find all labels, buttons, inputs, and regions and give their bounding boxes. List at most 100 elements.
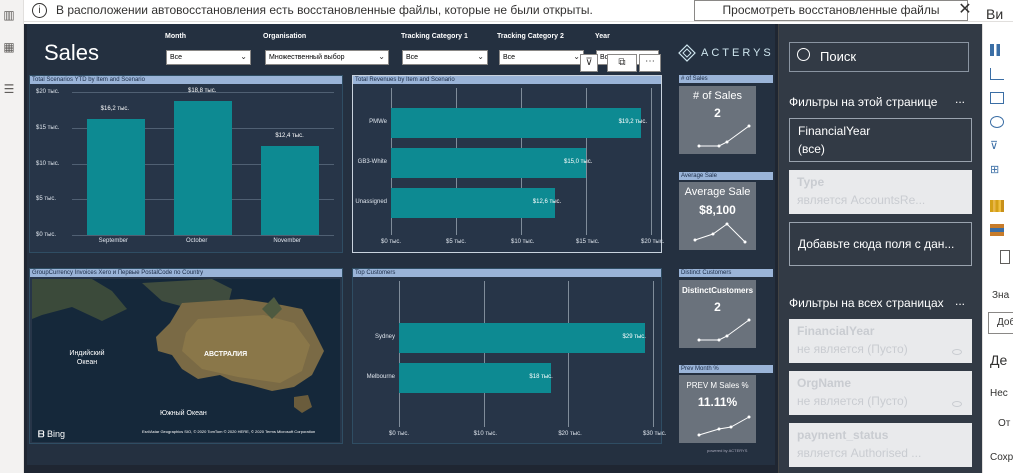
line-chart-icon[interactable]	[990, 68, 1004, 80]
slicer-month-label: Month	[165, 33, 186, 40]
kpi-distinct-sparkline	[697, 318, 751, 342]
bar[interactable]	[86, 119, 145, 235]
info-icon: i	[32, 3, 47, 18]
kpi-avg-header: Average Sale	[679, 172, 773, 180]
kpi-sales-title: # of Sales	[693, 90, 742, 102]
gridline	[399, 281, 400, 427]
slicer-tracking-1[interactable]: Все ⌄	[402, 50, 488, 65]
filter-card-orgname[interactable]: OrgName не является (Пусто)	[789, 371, 972, 415]
chevron-down-icon: ⌄	[378, 52, 385, 61]
filter-search-input[interactable]: Поиск	[789, 42, 969, 72]
filter-card-financialyear[interactable]: FinancialYear (все)	[789, 118, 972, 162]
x-tick: $20 тыс.	[558, 431, 582, 437]
funnel-icon[interactable]: ⊽	[990, 140, 1004, 152]
bing-icon: ᗷ	[38, 429, 45, 439]
info-bar: i В расположении автовосстановления есть…	[24, 0, 1013, 22]
filter-visual-icon[interactable]: ⊽	[580, 54, 598, 72]
slicer-tracking-2[interactable]: Все ⌄	[499, 50, 584, 65]
gridline	[568, 281, 570, 427]
map-canvas[interactable]: Индийский Океан АВСТРАЛИЯ Южный Океан ᗷ …	[32, 279, 340, 442]
kpi-prev-card[interactable]: PREV M Sales % 11.11%	[679, 375, 756, 443]
decomposition-tree-icon[interactable]: ⊞	[990, 164, 1004, 176]
slicer-tc2-label: Tracking Category 2	[497, 33, 564, 40]
chevron-down-icon: ⌄	[240, 52, 247, 61]
bar[interactable]	[391, 108, 641, 138]
map-header: GroupCurrency Invoices Xero и Первые Pos…	[30, 269, 342, 277]
kpi-avg-card[interactable]: Average Sale $8,100	[679, 182, 756, 250]
slicer-tc1-value: Все	[406, 54, 419, 61]
model-view-icon[interactable]: ☰	[2, 82, 16, 96]
top-customers-panel[interactable]: Top Customers $0 тыс. $10 тыс. $20 тыс. $30…	[352, 268, 666, 444]
matrix-icon[interactable]	[990, 92, 1004, 104]
fields-well-icon[interactable]	[1000, 250, 1010, 264]
kpi-avg-sparkline	[693, 222, 747, 244]
hidden-eye-icon[interactable]	[952, 401, 962, 407]
report-view-icon[interactable]: ▥	[2, 8, 16, 22]
focus-mode-icon[interactable]: ⧉	[607, 54, 637, 72]
filter-name: FinancialYear	[798, 124, 871, 138]
ytd-chart-panel[interactable]: Total Scenarios YTD by Item and Scenario…	[29, 75, 343, 253]
filter-value: является AccountsRe...	[797, 193, 926, 207]
all-filters-more-icon[interactable]: ...	[955, 294, 965, 308]
kpi-sales-value: 2	[714, 106, 721, 120]
x-tick: November	[273, 238, 302, 244]
slicer-organisation[interactable]: Множественный выбор ⌄	[265, 50, 389, 65]
page-title: Sales	[44, 40, 100, 65]
filter-name: Type	[797, 175, 825, 189]
slicer-tc1-label: Tracking Category 1	[401, 33, 468, 40]
kpi-distinct-value: 2	[714, 300, 721, 314]
hidden-eye-icon[interactable]	[952, 349, 962, 355]
bing-logo: ᗷ Bing	[38, 429, 65, 440]
custom-visual-icon[interactable]	[990, 200, 1004, 212]
globe-icon[interactable]	[990, 116, 1004, 128]
bar[interactable]	[391, 148, 586, 178]
kpi-distinct-card[interactable]: DistinctCustomers 2	[679, 280, 756, 348]
revenue-chart-panel[interactable]: Total Revenues by Item and Scenario $0 т…	[352, 75, 664, 253]
slicer-year-label: Year	[595, 33, 610, 40]
slicer-org-value: Множественный выбор	[269, 54, 345, 61]
report-background: Sales Month Все ⌄ Organisation Множестве…	[27, 24, 775, 465]
category-label: Sydney	[374, 334, 395, 340]
acterys-brand: ACTERYS	[701, 47, 774, 59]
kpi-sales-card[interactable]: # of Sales 2	[679, 86, 756, 154]
kpi-sales-header: # of Sales	[679, 75, 773, 83]
more-options-icon[interactable]: ⋯	[639, 54, 661, 72]
kpi-prev-header: Prev Month %	[679, 365, 773, 373]
gridline	[483, 281, 485, 427]
bar[interactable]	[391, 188, 555, 218]
add-data-field-box[interactable]: Доб	[988, 312, 1013, 334]
x-tick: $10 тыс.	[473, 431, 498, 437]
stacked-bar-icon[interactable]	[990, 44, 1004, 56]
filter-card-all-financialyear[interactable]: FinancialYear не является (Пусто)	[789, 319, 972, 363]
page-filters-title: Фильтры на этой странице	[789, 95, 938, 109]
data-label: $18,8 тыс.	[188, 87, 217, 94]
left-toolbar: ▥ ▦ ☰	[0, 0, 24, 473]
x-tick: October	[186, 238, 208, 244]
bar[interactable]	[399, 323, 645, 353]
revenue-plot-area: $0 тыс. $5 тыс. $10 тыс. $15 тыс. $20 тыс. $1…	[355, 88, 664, 245]
data-label: $15,0 тыс.	[564, 159, 593, 165]
page-filters-more-icon[interactable]: ...	[955, 92, 965, 106]
view-recovered-files-button[interactable]: Просмотреть восстановленные файлы	[694, 0, 968, 21]
filter-drop-zone[interactable]: Добавьте сюда поля с дан...	[789, 222, 972, 266]
slicer-month[interactable]: Все ⌄	[166, 50, 251, 65]
ot-label: От	[998, 418, 1011, 429]
data-label: $19,2 тыс.	[618, 119, 648, 125]
map-label-indian-ocean: Индийский Океан	[69, 350, 105, 366]
bar[interactable]	[261, 146, 320, 235]
map-credits: Esri/Astar Geographics SIO, © 2020 TomTo…	[142, 429, 316, 434]
close-icon[interactable]: ✕	[954, 0, 976, 20]
filters-pane: Поиск Фильтры на этой странице ... Finan…	[778, 24, 982, 473]
map-panel[interactable]: GroupCurrency Invoices Xero и Первые Pos…	[29, 268, 343, 444]
values-label: Зна	[992, 290, 1010, 301]
map-label-southern-ocean: Южный Океан	[160, 410, 207, 417]
data-view-icon[interactable]: ▦	[2, 40, 16, 54]
y-tick: $20 тыс.	[36, 89, 60, 95]
x-tick: $30 тыс.	[643, 431, 667, 437]
filter-card-type[interactable]: Type является AccountsRe...	[789, 170, 972, 214]
x-tick: $5 тыс.	[446, 239, 467, 245]
table-visual-icon[interactable]	[990, 224, 1004, 236]
x-tick: $15 тыс.	[576, 239, 600, 245]
bar[interactable]	[174, 100, 232, 235]
filter-card-payment-status[interactable]: payment_status является Authorised ...	[789, 423, 972, 467]
